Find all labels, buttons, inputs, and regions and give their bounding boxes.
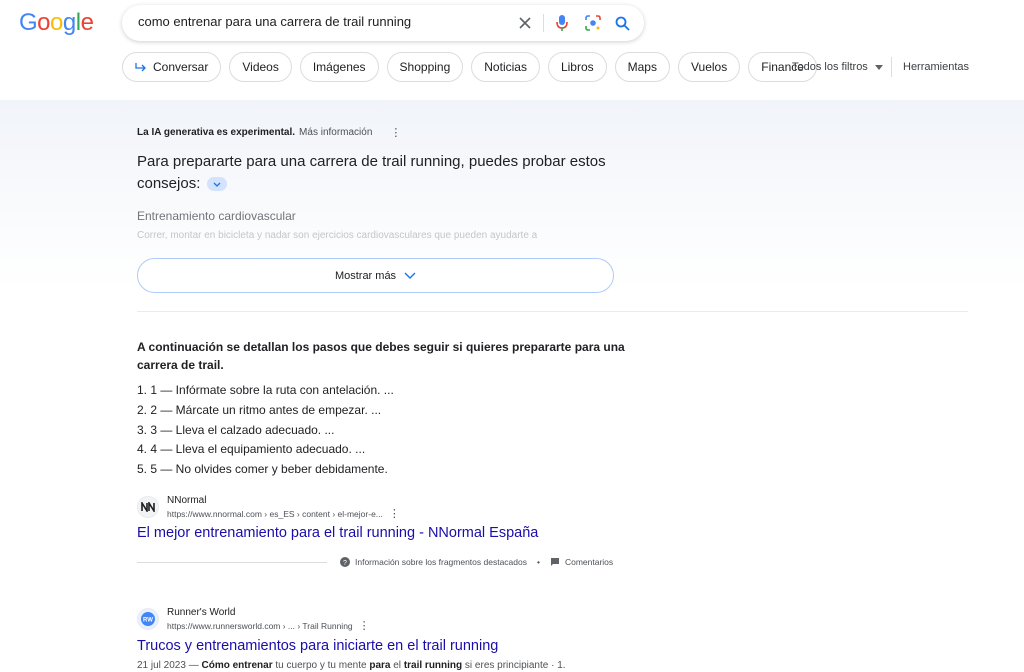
microphone-icon[interactable] (552, 13, 572, 33)
snippet-text: el (390, 660, 404, 671)
search-divider (543, 14, 544, 32)
search-icon[interactable] (612, 13, 632, 33)
logo-letter: o (37, 9, 51, 36)
chip-label: Libros (560, 60, 594, 74)
chip-shopping[interactable]: Shopping (386, 52, 464, 82)
snippet-text: si eres principiante · 1. (462, 660, 566, 671)
result-snippet: 21 jul 2023 — Cómo entrenar tu cuerpo y … (137, 660, 566, 671)
chip-label: Videos (242, 60, 279, 74)
conversar-icon (135, 63, 146, 72)
filters-divider (891, 57, 892, 77)
feedback-icon (550, 558, 559, 566)
all-filters-button[interactable]: Todos los filtros (792, 61, 883, 73)
chip-vuelos[interactable]: Vuelos (677, 52, 741, 82)
search-input[interactable]: como entrenar para una carrera de trail … (138, 14, 411, 29)
result-source-runners-world[interactable]: RW Runner's World https://www.runnerswor… (137, 606, 370, 633)
snippet-meta: ? Información sobre los fragmentos desta… (340, 557, 613, 567)
ai-overview-label: La IA generativa es experimental. Más in… (137, 126, 401, 139)
source-url: https://www.runnersworld.com › ... › Tra… (167, 621, 353, 631)
snippet-bold: trail running (403, 660, 463, 671)
chip-label: Shopping (399, 60, 451, 74)
snippet-bold: para (369, 660, 391, 671)
runners-world-favicon-icon: RW (137, 608, 159, 630)
ai-experimental-text: La IA generativa es experimental. (137, 127, 296, 138)
chevron-down-icon (404, 272, 416, 279)
logo-letter: g (62, 9, 76, 36)
list-item: 5. 5 — No olvides comer y beber debidame… (137, 462, 388, 477)
source-name: Runner's World (167, 607, 236, 618)
clear-icon[interactable] (515, 13, 535, 33)
chip-label: Maps (627, 60, 657, 74)
result-link[interactable]: Trucos y entrenamientos para iniciarte e… (137, 638, 498, 654)
chip-conversar[interactable]: Conversar (122, 52, 222, 82)
tools-button[interactable]: Herramientas (903, 61, 969, 73)
feedback-link[interactable]: Comentarios (565, 557, 613, 567)
ai-faded-text: Correr, montar en bicicleta y nadar son … (137, 230, 538, 241)
list-item: 3. 3 — Lleva el calzado adecuado. ... (137, 422, 335, 437)
logo-letter: G (19, 9, 38, 36)
list-item: 1. 1 — Infórmate sobre la ruta con antel… (137, 383, 394, 397)
result-link[interactable]: El mejor entrenamiento para el trail run… (137, 525, 538, 541)
logo-letter: e (80, 9, 94, 36)
source-url: https://www.nnormal.com › es_ES › conten… (167, 509, 383, 519)
source-url-row: https://www.nnormal.com › es_ES › conten… (167, 508, 400, 521)
chip-label: Imágenes (312, 60, 366, 74)
result-date: 21 jul 2023 (137, 660, 186, 671)
about-snippets-link[interactable]: Información sobre los fragmentos destaca… (355, 557, 527, 567)
expand-chevron-icon[interactable] (206, 177, 227, 192)
dot-separator: • (536, 557, 540, 567)
search-box[interactable]: como entrenar para una carrera de trail … (122, 5, 644, 41)
section-divider (137, 311, 968, 312)
result-source-nnormal[interactable]: NNormal https://www.nnormal.com › es_ES … (137, 494, 400, 521)
lens-icon[interactable] (583, 13, 603, 33)
nnormal-favicon-icon (137, 496, 159, 518)
svg-text:?: ? (343, 560, 347, 567)
google-logo[interactable]: Google (19, 8, 94, 38)
show-more-button[interactable]: Mostrar más (137, 258, 614, 293)
snippet-text: tu cuerpo y tu mente (272, 660, 370, 671)
search-chips: Conversar Videos Imágenes Shopping Notic… (122, 52, 817, 82)
show-more-label: Mostrar más (334, 269, 397, 282)
chip-maps[interactable]: Maps (614, 52, 670, 82)
tools-label: Herramientas (903, 61, 970, 73)
snippet-divider (137, 562, 327, 563)
help-circle-icon: ? (340, 557, 350, 567)
list-item: 2. 2 — Márcate un ritmo antes de empezar… (137, 402, 382, 417)
chip-label: Vuelos (690, 60, 728, 74)
chip-imagenes[interactable]: Imágenes (299, 52, 379, 82)
caret-down-icon (874, 64, 883, 70)
source-url-row: https://www.runnersworld.com › ... › Tra… (167, 620, 370, 633)
featured-steps-list: 1. 1 — Infórmate sobre la ruta con antel… (137, 381, 394, 480)
chip-noticias[interactable]: Noticias (471, 52, 540, 82)
logo-letter: o (50, 9, 63, 36)
ai-more-info-link[interactable]: Más información (299, 127, 372, 138)
ai-overview-heading: Para prepararte para una carrera de trai… (137, 151, 627, 195)
all-filters-label: Todos los filtros (792, 61, 868, 73)
chip-videos[interactable]: Videos (229, 52, 292, 82)
snippet-bold: Cómo entrenar (201, 660, 273, 671)
featured-snippet-title: A continuación se detallan los pasos que… (137, 340, 625, 372)
chip-label: Conversar (153, 60, 209, 74)
source-name: NNormal (167, 495, 207, 506)
chip-libros[interactable]: Libros (547, 52, 607, 82)
chip-label: Noticias (484, 60, 527, 74)
svg-text:RW: RW (143, 618, 153, 624)
list-item: 4. 4 — Lleva el equipamiento adecuado. .… (137, 442, 366, 457)
more-options-icon[interactable]: ⋮ (390, 126, 401, 139)
ai-subheading: Entrenamiento cardiovascular (137, 209, 296, 223)
more-options-icon[interactable]: ⋮ (389, 508, 400, 521)
more-options-icon[interactable]: ⋮ (359, 620, 370, 633)
